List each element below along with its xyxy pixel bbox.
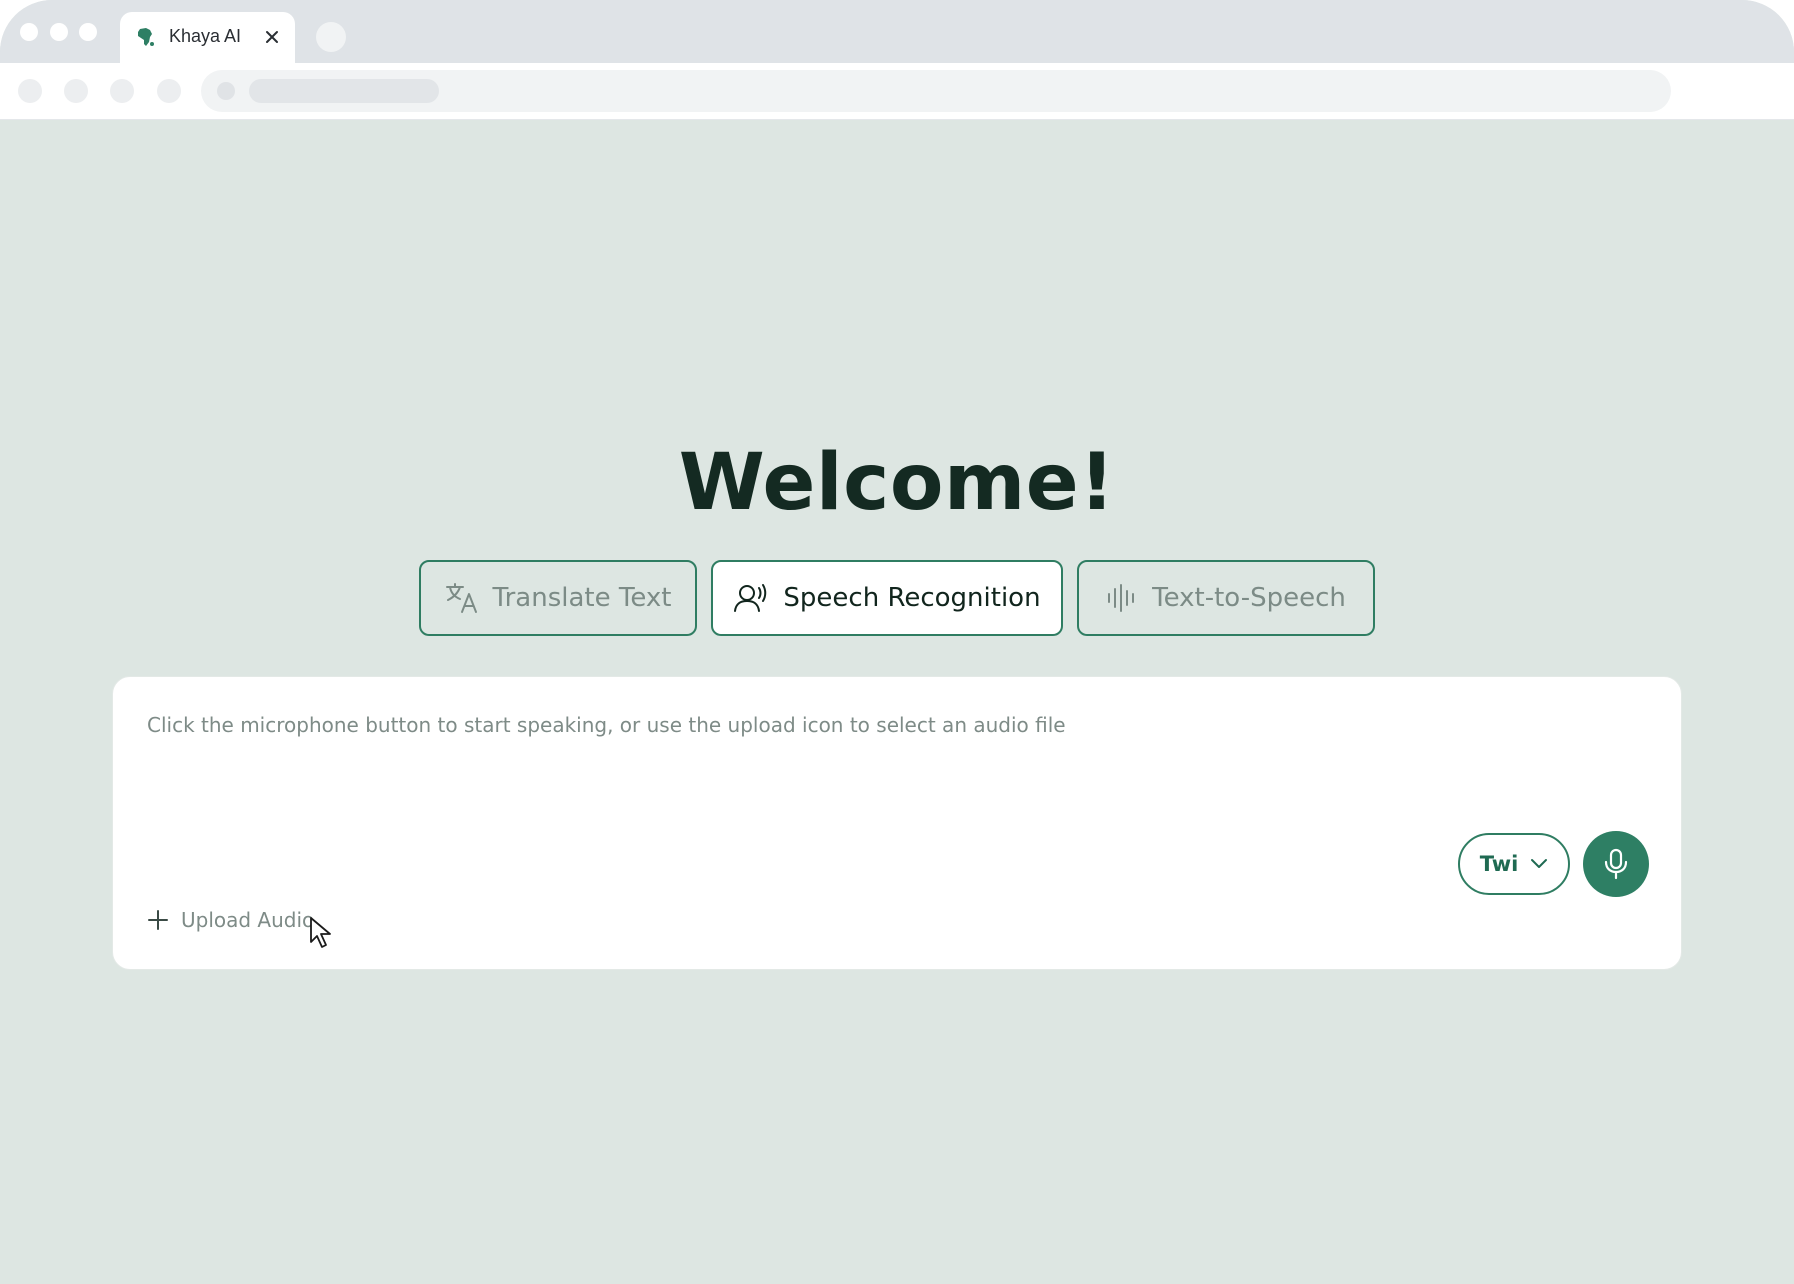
voice-recognition-icon	[734, 584, 767, 612]
address-bar[interactable]	[201, 70, 1671, 112]
close-icon[interactable]	[263, 28, 281, 46]
home-button[interactable]	[157, 79, 181, 103]
upload-audio-button[interactable]: Upload Audio	[147, 905, 314, 935]
window-close-dot[interactable]	[20, 23, 38, 41]
tab-translate-text-label: Translate Text	[492, 583, 672, 613]
translate-icon	[445, 583, 477, 613]
plus-icon	[148, 910, 168, 930]
tab-translate-text[interactable]: Translate Text	[419, 560, 697, 636]
tab-bar: Khaya AI	[0, 0, 1794, 63]
tab-text-to-speech[interactable]: Text-to-Speech	[1077, 560, 1375, 636]
window-minimize-dot[interactable]	[50, 23, 68, 41]
page-title: Welcome!	[678, 438, 1116, 528]
transcript-placeholder: Click the microphone button to start spe…	[147, 713, 1066, 737]
site-info-icon[interactable]	[217, 82, 235, 100]
browser-tab[interactable]: Khaya AI	[120, 12, 295, 63]
microphone-icon	[1604, 848, 1628, 880]
forward-button[interactable]	[64, 79, 88, 103]
language-select[interactable]: Twi	[1458, 833, 1570, 895]
browser-window: Khaya AI Welcome! Translate Text Speech …	[0, 0, 1794, 1284]
chevron-down-icon	[1531, 859, 1548, 868]
reload-button[interactable]	[110, 79, 134, 103]
window-maximize-dot[interactable]	[79, 23, 97, 41]
page-content: Welcome! Translate Text Speech Recogniti…	[0, 120, 1794, 1284]
upload-audio-label: Upload Audio	[181, 908, 315, 932]
new-tab-button[interactable]	[316, 22, 346, 52]
language-select-value: Twi	[1479, 852, 1519, 876]
africa-globe-icon	[138, 28, 154, 46]
sound-wave-icon	[1108, 584, 1135, 612]
microphone-button[interactable]	[1583, 831, 1649, 897]
back-button[interactable]	[18, 79, 42, 103]
tab-title: Khaya AI	[169, 26, 242, 46]
mouse-pointer-icon	[310, 917, 331, 948]
url-placeholder	[249, 79, 439, 103]
speech-input-panel[interactable]: Click the microphone button to start spe…	[112, 676, 1682, 970]
tab-speech-recognition[interactable]: Speech Recognition	[711, 560, 1063, 636]
tab-text-to-speech-label: Text-to-Speech	[1152, 583, 1346, 613]
tab-speech-recognition-label: Speech Recognition	[783, 583, 1041, 613]
browser-toolbar	[0, 63, 1794, 120]
